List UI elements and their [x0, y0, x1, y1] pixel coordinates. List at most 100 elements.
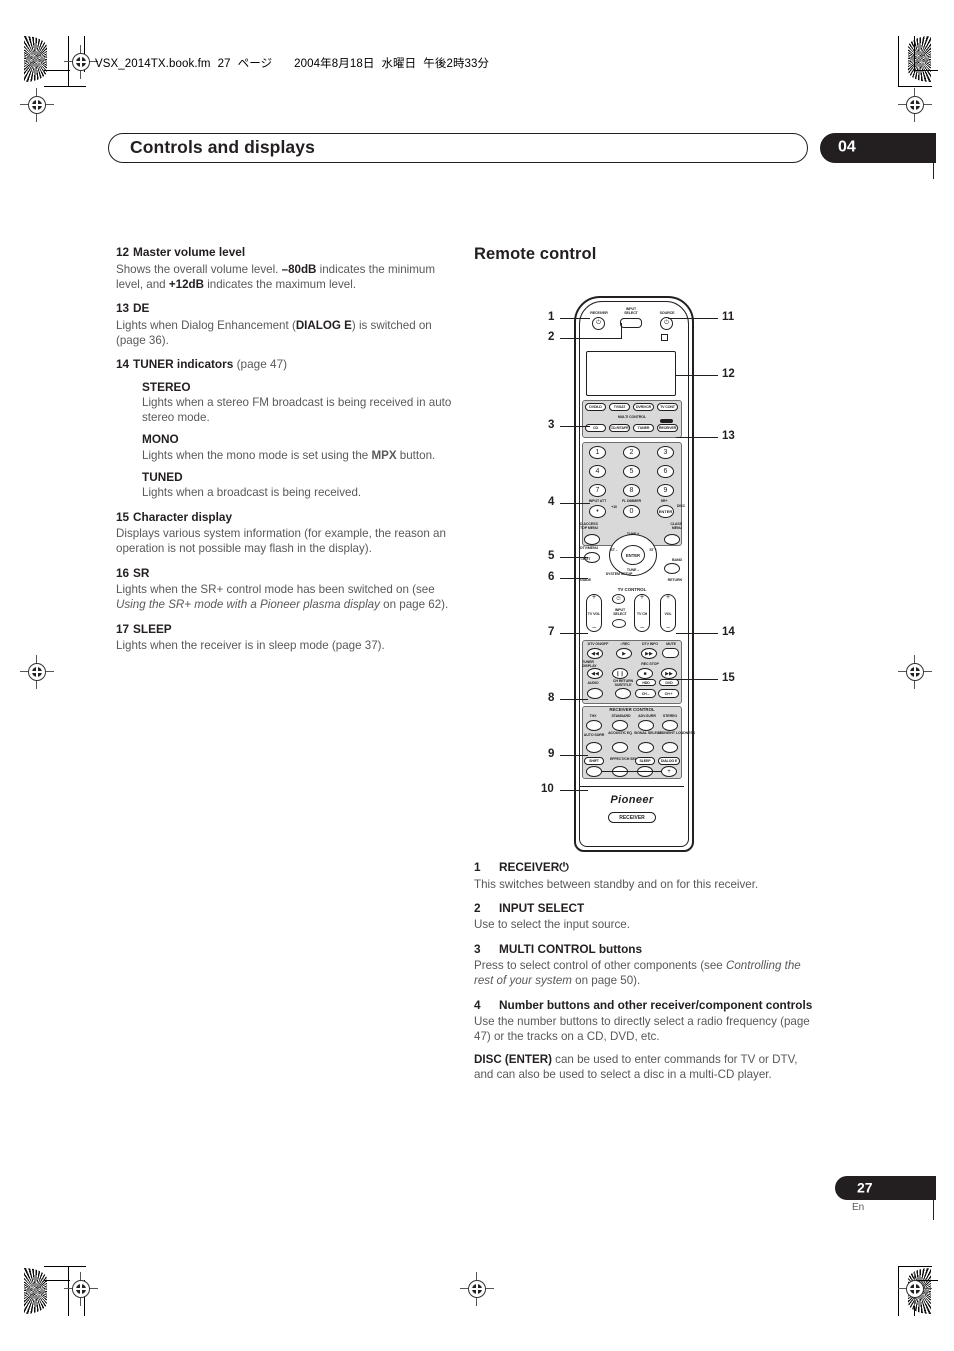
- numpad-key-6[interactable]: 6: [657, 465, 674, 478]
- midnight-loudness-button[interactable]: [662, 742, 678, 753]
- numpad-key-4[interactable]: 4: [589, 465, 606, 478]
- rc-entry-1-title: RECEIVER⏻: [499, 860, 569, 874]
- remote-bottom-badge: RECEIVER: [608, 812, 656, 823]
- rc-entry-3-body: Press to select control of other compone…: [474, 959, 801, 988]
- entry-14-sub-mono-title: MONO: [142, 432, 179, 447]
- numpad-key-8[interactable]: 8: [623, 484, 640, 497]
- callout-leader-6: [560, 578, 588, 580]
- forward-scan-button[interactable]: ▶▶: [641, 648, 657, 659]
- callout-15: 15: [722, 672, 735, 684]
- numpad-key-2[interactable]: 2: [623, 446, 640, 459]
- tv-input-select-button[interactable]: [612, 619, 626, 628]
- entry-12-number: 12: [116, 245, 130, 259]
- file-header-filename: VSX_2014TX.book.fm: [95, 58, 211, 70]
- band-return-button[interactable]: [664, 563, 680, 574]
- transport-label-audio: AUDIO: [587, 681, 599, 685]
- callout-leader-3: [560, 426, 590, 428]
- rc-entry-4-number: 4: [474, 997, 481, 1012]
- remote-label-input-select: INPUT SELECT: [624, 307, 638, 315]
- multi-control-cd-r-tape[interactable]: CD-R/TAPE: [609, 424, 630, 432]
- pause-button[interactable]: ❙❙: [612, 668, 628, 679]
- play-button[interactable]: ▶: [616, 648, 632, 659]
- previous-track-button[interactable]: ◀◀: [587, 668, 603, 679]
- remote-label-source: SOURCE: [659, 311, 675, 315]
- ch-plus-button[interactable]: CH +: [658, 689, 679, 698]
- nav-label-dtv-menu: DTV/MENU: [580, 546, 598, 550]
- regmark-top-left-a: [64, 45, 98, 79]
- signal-select-button[interactable]: [638, 742, 654, 753]
- rc-entry-4-body: Use the number buttons to directly selec…: [474, 1015, 810, 1044]
- tv-ch-label: TV CH: [636, 612, 648, 616]
- multi-control-dvd-ld[interactable]: DVD/LD: [585, 403, 606, 411]
- receiver-power-button[interactable]: ⏻: [592, 317, 605, 330]
- entry-12-title: Master volume level: [133, 245, 246, 259]
- rc-entry-2-heading: 2 INPUT SELECT: [474, 901, 814, 917]
- entry-17-heading: 17 SLEEP: [116, 622, 458, 638]
- receiver-label-adv-surr: ADV.SURR: [638, 714, 656, 718]
- numpad-label-sr-plus: SR+: [660, 499, 668, 503]
- tv-power-button[interactable]: ⏻: [612, 594, 625, 604]
- file-header-date: 2004年8月18日: [294, 58, 375, 70]
- numpad-key-0[interactable]: 0: [623, 505, 640, 518]
- nav-up-label-tune-plus: TUNE +: [626, 532, 640, 536]
- multi-control-dvr-vcr[interactable]: DVR/VCR: [633, 403, 654, 411]
- page-number: 27: [857, 1179, 873, 1196]
- mute-button[interactable]: [662, 648, 679, 658]
- callout-8: 8: [548, 692, 555, 704]
- multi-control-tv-sat[interactable]: TV/SAT: [609, 403, 630, 411]
- audio-button[interactable]: [587, 688, 603, 699]
- nav-right-label-st-plus: ST +: [649, 548, 657, 552]
- multi-control-indicator-led: [660, 419, 673, 423]
- input-select-button[interactable]: [620, 318, 642, 328]
- numpad-key-dot[interactable]: •: [589, 505, 606, 518]
- receiver-label-stereo: STEREO: [662, 714, 678, 718]
- entry-15-title: Character display: [133, 509, 233, 524]
- entry-12-heading: 12 Master volume level: [116, 245, 458, 261]
- adv-surr-button[interactable]: [638, 720, 654, 731]
- rc-entry-3: 3 MULTI CONTROL buttons Press to select c…: [474, 942, 814, 989]
- numpad-key-3[interactable]: 3: [657, 446, 674, 459]
- multi-control-receiver[interactable]: RECEIVER: [657, 424, 678, 432]
- auto-surr-button[interactable]: [586, 742, 602, 753]
- shift-button[interactable]: [586, 766, 602, 777]
- level-plus-button[interactable]: +: [661, 766, 677, 777]
- entry-14-sub-mono-body: Lights when the mono mode is set using t…: [142, 448, 436, 462]
- rc-entry-2-number: 2: [474, 900, 481, 915]
- transport-label-tuner-display: TUNER DISPLAY: [582, 660, 597, 669]
- nav-left-label-st-minus: ST –: [610, 548, 618, 552]
- receiver-label-signal-select: SIGNAL SELECT: [634, 731, 662, 735]
- rewind-scan-button[interactable]: ◀◀: [587, 648, 603, 659]
- nav-enter-button[interactable]: ENTER: [621, 545, 645, 565]
- stereo-button[interactable]: [662, 720, 678, 731]
- entry-12: 12 Master volume level Shows the overall …: [116, 245, 458, 292]
- ch-minus-button[interactable]: CH –: [635, 689, 656, 698]
- multi-control-tuner[interactable]: TUNER: [633, 424, 654, 432]
- chapter-badge: 04: [820, 133, 936, 163]
- numpad-key-enter[interactable]: ENTER: [657, 505, 674, 518]
- file-header-page: 27: [217, 58, 231, 70]
- next-track-button[interactable]: ▶▶: [661, 668, 677, 679]
- numpad-key-1[interactable]: 1: [589, 446, 606, 459]
- numpad-key-9[interactable]: 9: [657, 484, 674, 497]
- thx-button[interactable]: [586, 720, 602, 731]
- hdd-button[interactable]: HDD: [636, 679, 656, 686]
- entry-16-title: SR: [133, 565, 150, 580]
- stop-button[interactable]: ■: [637, 668, 653, 679]
- regmark-mid-right: [898, 655, 932, 689]
- callout-1: 1: [548, 311, 555, 323]
- rc-entry-4: 4 Number buttons and other receiver/compo…: [474, 998, 814, 1082]
- standard-button[interactable]: [612, 720, 628, 731]
- multi-control-tv-cont[interactable]: TV CONT: [657, 403, 678, 411]
- remote-control-illustration: RECEIVER INPUT SELECT SOURCE ⏻ ⏻ DVD/LD …: [556, 296, 712, 852]
- rc-entry-3-number: 3: [474, 941, 481, 956]
- chapter-edge-rule: [933, 133, 935, 179]
- receiver-label-midnight-loudness: MIDNIGHT LOUDNESS: [658, 731, 696, 735]
- acoustic-eq-button[interactable]: [612, 742, 628, 753]
- regmark-mid-left: [20, 655, 54, 689]
- callout-13: 13: [722, 430, 735, 442]
- numpad-key-7[interactable]: 7: [589, 484, 606, 497]
- ch-return-subtitle-button[interactable]: [615, 688, 631, 699]
- callout-leader-9: [560, 755, 588, 757]
- nav-label-system-setup: SYSTEM SETUP: [605, 572, 633, 576]
- numpad-key-5[interactable]: 5: [623, 465, 640, 478]
